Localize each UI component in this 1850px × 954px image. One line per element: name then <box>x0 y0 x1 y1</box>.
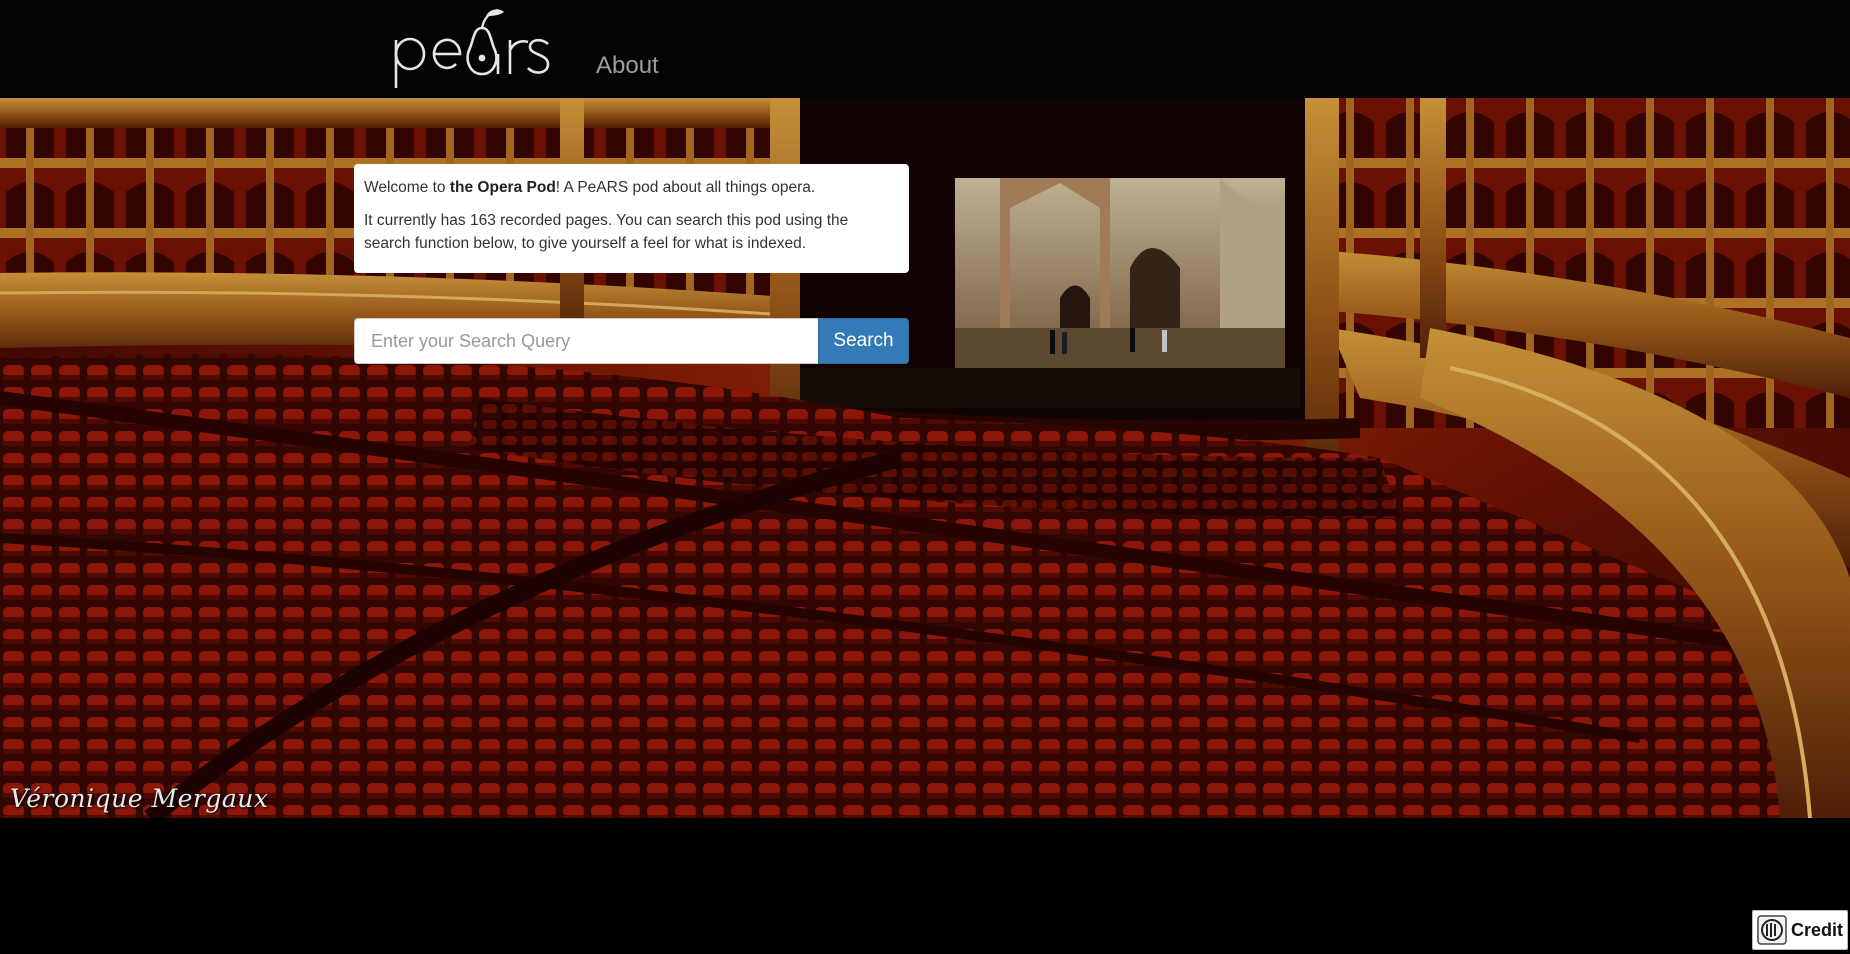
credit-label: Credit <box>1791 919 1844 940</box>
welcome-line: Welcome to the Opera Pod! A PeARS pod ab… <box>364 176 899 199</box>
nav-link-about[interactable]: About <box>596 52 659 80</box>
credit-badge-icon <box>1757 915 1787 945</box>
pears-logo-icon <box>394 8 550 88</box>
top-navbar: About <box>0 0 1850 98</box>
intro-panel: Welcome to the Opera Pod! A PeARS pod ab… <box>354 164 909 273</box>
pod-description: It currently has 163 recorded pages. You… <box>364 212 849 252</box>
hero-banner: Véronique Mergaux <box>0 98 1850 818</box>
welcome-prefix: Welcome to <box>364 179 450 196</box>
search-form: Search <box>354 318 909 364</box>
pears-logo[interactable] <box>390 4 550 90</box>
welcome-suffix: ! A PeARS pod about all things opera. <box>555 179 816 196</box>
search-button[interactable]: Search <box>818 318 909 364</box>
opera-house-photo <box>0 98 1850 818</box>
photographer-signature: Véronique Mergaux <box>10 784 269 813</box>
pod-name: the Opera Pod <box>449 179 556 196</box>
credit-button[interactable]: Credit <box>1752 910 1848 950</box>
search-input[interactable] <box>354 318 818 364</box>
